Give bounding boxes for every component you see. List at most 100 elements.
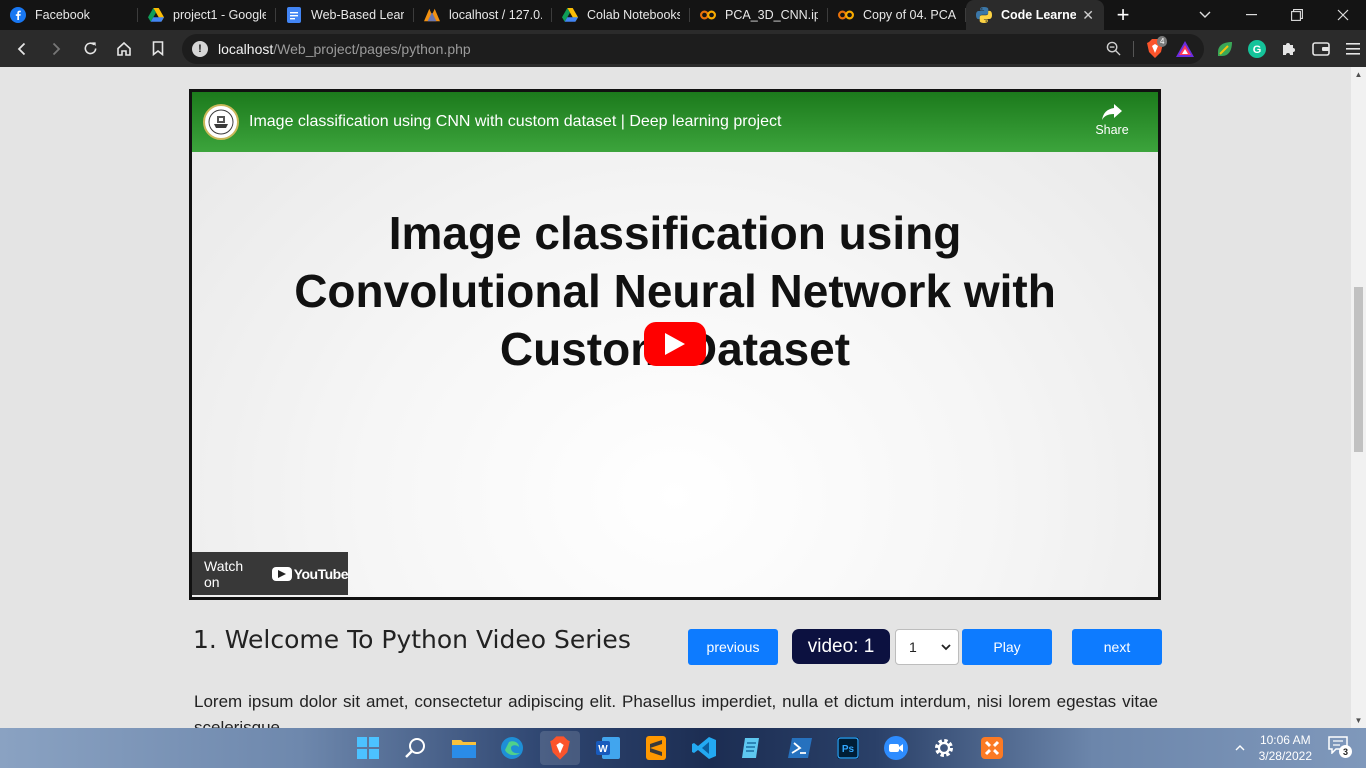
word-icon[interactable]: W — [588, 731, 628, 765]
video-select-value: 1 — [909, 639, 917, 655]
tab-title: PCA_3D_CNN.ipynb — [725, 8, 818, 22]
tab-title: project1 - Google D — [173, 8, 266, 22]
play-video-button[interactable] — [644, 322, 706, 366]
svg-text:G: G — [1253, 44, 1262, 56]
slide-line: Convolutional Neural Network with — [294, 265, 1056, 317]
next-button[interactable]: next — [1072, 629, 1162, 665]
back-button[interactable] — [6, 33, 38, 65]
forward-button[interactable] — [40, 33, 72, 65]
clock-time: 10:06 AM — [1259, 733, 1311, 747]
scroll-down-icon[interactable]: ▼ — [1351, 713, 1366, 728]
python-icon — [976, 7, 992, 23]
restore-button[interactable] — [1274, 0, 1320, 30]
close-tab-icon[interactable]: ✕ — [1082, 7, 1094, 24]
previous-button[interactable]: previous — [688, 629, 778, 665]
lesson-title: 1. Welcome To Python Video Series — [193, 625, 631, 654]
search-icon[interactable] — [396, 731, 436, 765]
vscode-icon[interactable] — [684, 731, 724, 765]
window-controls — [1182, 0, 1366, 30]
share-button[interactable]: Share — [1090, 104, 1134, 137]
youtube-embed[interactable]: Image classification using Convolutional… — [189, 89, 1161, 600]
minimize-button[interactable] — [1228, 0, 1274, 30]
tab-facebook[interactable]: Facebook — [0, 0, 138, 30]
edge-icon[interactable] — [492, 731, 532, 765]
zoom-icon[interactable] — [1106, 41, 1121, 56]
page-scrollbar[interactable]: ▲ ▼ — [1351, 67, 1366, 728]
scrollbar-thumb[interactable] — [1354, 287, 1363, 452]
tab-title: Copy of 04. PCA+M — [863, 8, 956, 22]
address-bar[interactable]: ! localhost/Web_project/pages/python.php… — [182, 33, 1204, 64]
zoom-icon[interactable] — [876, 731, 916, 765]
reload-button[interactable] — [74, 33, 106, 65]
svg-text:Ps: Ps — [842, 744, 855, 755]
wallet-icon[interactable] — [1312, 40, 1330, 58]
tab-code-learners[interactable]: Code Learners ✕ — [966, 0, 1104, 30]
url-path: /Web_project/pages/python.php — [273, 40, 471, 57]
home-icon — [117, 41, 131, 56]
home-button[interactable] — [108, 33, 140, 65]
tab-pca-3d-cnn[interactable]: PCA_3D_CNN.ipynb — [690, 0, 828, 30]
clock[interactable]: 10:06 AM 3/28/2022 — [1259, 732, 1312, 764]
video-select[interactable]: 1 — [895, 629, 959, 665]
video-number-badge: video: 1 — [792, 629, 890, 664]
show-hidden-icons-icon[interactable] — [1235, 743, 1245, 754]
taskbar-apps: W Ps — [348, 731, 1012, 765]
brave-rewards-icon[interactable] — [1176, 40, 1194, 57]
watch-on-youtube-button[interactable]: Watch on YouTube — [192, 552, 349, 595]
close-window-button[interactable] — [1320, 0, 1366, 30]
reload-icon — [84, 42, 96, 55]
extensions-puzzle-icon[interactable] — [1280, 40, 1298, 58]
brave-shields-count: 4 — [1157, 36, 1168, 47]
facebook-icon — [10, 7, 26, 23]
back-arrow-icon — [17, 42, 26, 55]
play-icon — [665, 333, 685, 355]
slide-line: Image classification using — [388, 207, 962, 259]
tab-title: Web-Based Learnin — [311, 8, 404, 22]
google-drive-icon — [562, 7, 578, 23]
extension-icons: G — [1216, 39, 1362, 58]
svg-text:W: W — [598, 744, 608, 755]
sublime-text-icon[interactable] — [636, 731, 676, 765]
clock-date: 3/28/2022 — [1258, 749, 1312, 763]
notepad-icon[interactable] — [732, 731, 772, 765]
url-text: localhost/Web_project/pages/python.php — [218, 41, 1106, 57]
windows-start-icon[interactable] — [348, 731, 388, 765]
tab-phpmyadmin[interactable]: localhost / 127.0.0. — [414, 0, 552, 30]
colab-icon — [700, 7, 716, 23]
phpmyadmin-icon — [424, 7, 440, 23]
lesson-description: Lorem ipsum dolor sit amet, consectetur … — [194, 692, 1158, 728]
tab-colab-notebooks[interactable]: Colab Notebooks - — [552, 0, 690, 30]
video-header: Image classification using CNN with cust… — [192, 92, 1158, 152]
youtube-play-icon — [271, 566, 292, 581]
windows-taskbar: W Ps 10:06 AM 3/28/2022 3 — [0, 728, 1366, 768]
channel-avatar[interactable] — [203, 104, 239, 140]
bookmark-button[interactable] — [142, 33, 174, 65]
notification-center-button[interactable]: 3 — [1328, 736, 1352, 760]
channel-logo-icon — [208, 109, 234, 135]
grammarly-icon[interactable]: G — [1248, 39, 1266, 58]
tab-search-chevron-icon[interactable] — [1182, 0, 1228, 30]
photoshop-icon[interactable]: Ps — [828, 731, 868, 765]
omnibox-actions: 4 — [1106, 36, 1194, 58]
browser-tab-strip: Facebook project1 - Google D Web-Based L… — [0, 0, 1366, 30]
browser-toolbar: ! localhost/Web_project/pages/python.php… — [0, 30, 1366, 67]
xampp-icon[interactable] — [972, 731, 1012, 765]
video-title[interactable]: Image classification using CNN with cust… — [249, 113, 781, 131]
settings-icon[interactable] — [924, 731, 964, 765]
site-info-icon[interactable]: ! — [192, 40, 208, 57]
file-explorer-icon[interactable] — [444, 731, 484, 765]
google-docs-icon — [286, 7, 302, 23]
extension-puzzle-leaf-icon[interactable] — [1216, 40, 1234, 58]
powershell-icon[interactable] — [780, 731, 820, 765]
browser-menu-icon[interactable] — [1344, 40, 1362, 58]
scroll-up-icon[interactable]: ▲ — [1351, 67, 1366, 82]
play-button[interactable]: Play — [962, 629, 1052, 665]
new-tab-button[interactable]: + — [1104, 0, 1142, 30]
bookmark-icon — [152, 41, 164, 56]
brave-icon[interactable] — [540, 731, 580, 765]
tab-copy-of-pca[interactable]: Copy of 04. PCA+M — [828, 0, 966, 30]
tab-google-drive-project1[interactable]: project1 - Google D — [138, 0, 276, 30]
tab-google-docs[interactable]: Web-Based Learnin — [276, 0, 414, 30]
url-host: localhost — [218, 40, 274, 57]
brave-shields-icon[interactable]: 4 — [1146, 36, 1168, 58]
